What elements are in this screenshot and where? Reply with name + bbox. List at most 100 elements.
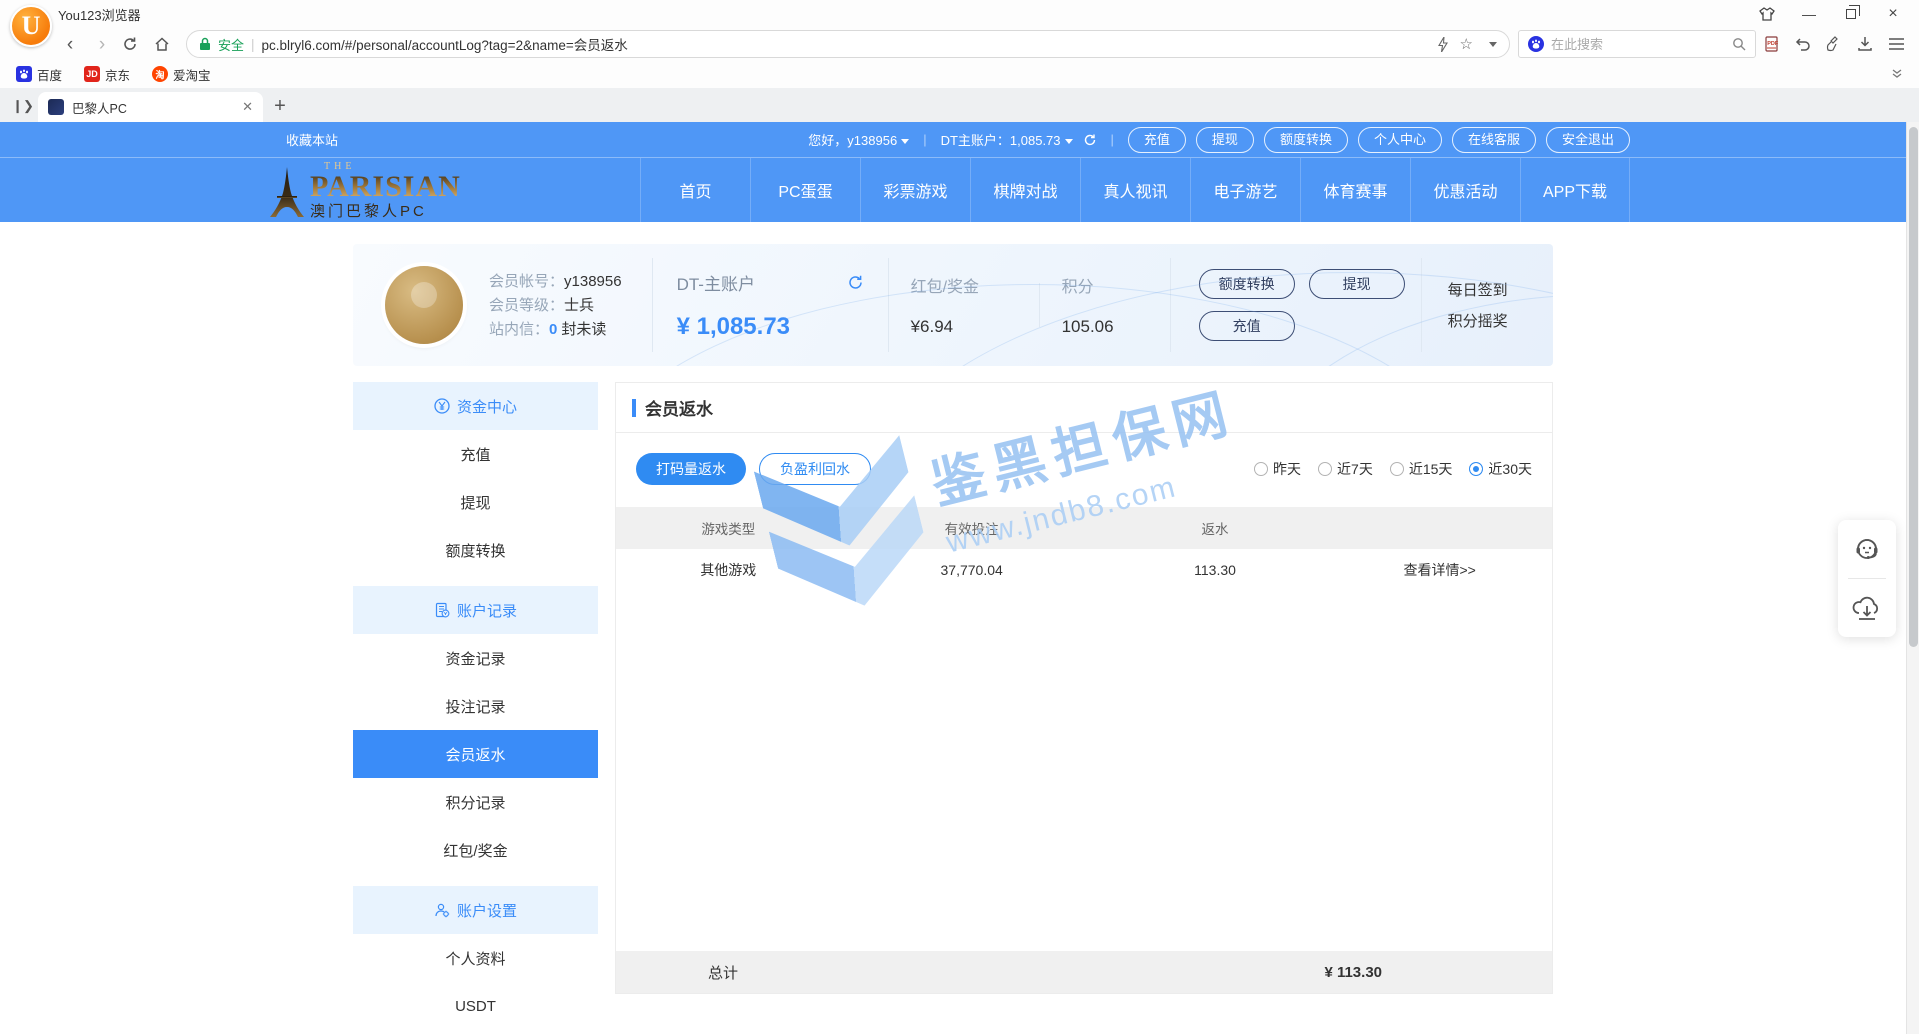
- greeting-dropdown[interactable]: 您好，y138956: [808, 130, 909, 149]
- topbar-customer-service-button[interactable]: 在线客服: [1452, 127, 1536, 153]
- address-dropdown-icon[interactable]: [1489, 42, 1497, 47]
- tab-favicon: [48, 99, 64, 115]
- sidebar-item-redpacket-bonus[interactable]: 红包/奖金: [353, 826, 598, 874]
- forward-icon[interactable]: ›: [90, 35, 114, 54]
- points-lottery-link[interactable]: 积分摇奖: [1448, 310, 1508, 331]
- site-main-nav: THE PARISIAN 澳门巴黎人PC 首页 PC蛋蛋 彩票游戏 棋牌对战 真…: [0, 158, 1919, 222]
- search-input[interactable]: [1551, 37, 1725, 52]
- cleaner-icon[interactable]: [1826, 36, 1842, 52]
- nav-item-chess[interactable]: 棋牌对战: [970, 158, 1080, 222]
- bookmark-baidu[interactable]: 百度: [16, 65, 62, 84]
- sidebar-item-bet-records[interactable]: 投注记录: [353, 682, 598, 730]
- sidebar-item-deposit[interactable]: 充值: [353, 430, 598, 478]
- favorite-site-link[interactable]: 收藏本站: [286, 130, 338, 149]
- active-tab[interactable]: 巴黎人PC ✕: [38, 92, 263, 122]
- logo-line-chinese: 澳门巴黎人PC: [310, 204, 461, 219]
- nav-item-home[interactable]: 首页: [640, 158, 750, 222]
- filter-yesterday[interactable]: 昨天: [1254, 459, 1301, 479]
- restore-icon[interactable]: [1843, 6, 1859, 22]
- sidebar-item-member-rebate[interactable]: 会员返水: [353, 730, 598, 778]
- search-box[interactable]: [1518, 30, 1756, 58]
- topbar-deposit-button[interactable]: 充值: [1128, 127, 1186, 153]
- baidu-paw-icon: [16, 66, 32, 82]
- topbar-personal-center-button[interactable]: 个人中心: [1358, 127, 1442, 153]
- tab-close-icon[interactable]: ✕: [242, 99, 253, 115]
- main-account-dropdown[interactable]: DT主账户：1,085.73: [941, 130, 1073, 149]
- nav-item-pcdd[interactable]: PC蛋蛋: [750, 158, 860, 222]
- new-tab-button[interactable]: +: [263, 92, 297, 120]
- scrollbar-thumb[interactable]: [1909, 127, 1918, 647]
- bookmark-jd[interactable]: JD 京东: [84, 65, 130, 84]
- sidebar-item-profile[interactable]: 个人资料: [353, 934, 598, 982]
- reload-icon[interactable]: [122, 36, 146, 52]
- total-label: 总计: [708, 962, 738, 983]
- nav-item-app-download[interactable]: APP下载: [1520, 158, 1630, 222]
- address-bar[interactable]: 安全 | pc.blryl6.com/#/personal/accountLog…: [186, 30, 1510, 58]
- flash-icon[interactable]: [1438, 37, 1448, 52]
- sidebar-item-usdt[interactable]: USDT: [353, 982, 598, 1030]
- topbar-transfer-button[interactable]: 额度转换: [1264, 127, 1348, 153]
- filter-7days[interactable]: 近7天: [1318, 459, 1373, 479]
- filter-15days[interactable]: 近15天: [1390, 459, 1453, 479]
- sidebar-item-withdraw[interactable]: 提现: [353, 478, 598, 526]
- bookmarks-collapse-icon[interactable]: [1891, 69, 1903, 79]
- sidebar-section-funds[interactable]: 资金中心: [353, 382, 598, 430]
- undo-icon[interactable]: [1795, 36, 1811, 52]
- skin-icon[interactable]: [1759, 6, 1775, 22]
- page-body: 会员帐号：y138956 会员等级：士兵 站内信：0封未读 DT-主账户 ¥ 1…: [0, 244, 1906, 1030]
- topbar-logout-button[interactable]: 安全退出: [1546, 127, 1630, 153]
- search-icon[interactable]: [1732, 37, 1746, 51]
- nav-item-lottery[interactable]: 彩票游戏: [860, 158, 970, 222]
- cloud-download-icon[interactable]: [1838, 579, 1896, 637]
- view-details-link[interactable]: 查看详情>>: [1327, 560, 1552, 580]
- main-title-bar: 会员返水: [616, 383, 1552, 433]
- tab-strip: ❙❯ 巴黎人PC ✕ +: [0, 88, 1919, 122]
- refresh-icon[interactable]: [1083, 133, 1097, 147]
- account-label: 会员帐号：: [489, 274, 564, 289]
- tab-panel-toggle-icon[interactable]: ❙❯: [8, 92, 38, 120]
- panel-deposit-button[interactable]: 充值: [1199, 311, 1295, 341]
- sidebar-section-records[interactable]: 账户记录: [353, 586, 598, 634]
- wallet-refresh-icon[interactable]: [847, 274, 864, 291]
- daily-signin-link[interactable]: 每日签到: [1448, 279, 1508, 300]
- cell-valid-bets: 37,770.04: [841, 562, 1103, 578]
- user-settings-icon: [434, 902, 450, 918]
- tab-title: 巴黎人PC: [72, 98, 234, 117]
- window-controls: — ×: [1759, 6, 1919, 22]
- nav-item-egames[interactable]: 电子游艺: [1190, 158, 1300, 222]
- ledger-icon: [434, 602, 450, 618]
- customer-service-icon[interactable]: [1838, 520, 1896, 578]
- mail-count[interactable]: 0: [549, 322, 557, 337]
- filter-30days[interactable]: 近30天: [1469, 459, 1532, 479]
- level-value: 士兵: [564, 298, 594, 313]
- window-title: You123浏览器: [58, 5, 141, 24]
- topbar-withdraw-button[interactable]: 提现: [1196, 127, 1254, 153]
- tab-bet-volume-rebate[interactable]: 打码量返水: [636, 453, 746, 485]
- nav-items: 首页 PC蛋蛋 彩票游戏 棋牌对战 真人视讯 电子游艺 体育赛事 优惠活动 AP…: [640, 158, 1630, 222]
- download-icon[interactable]: [1857, 36, 1873, 52]
- home-icon[interactable]: [154, 36, 178, 52]
- nav-item-promos[interactable]: 优惠活动: [1410, 158, 1520, 222]
- panel-transfer-button[interactable]: 额度转换: [1199, 269, 1295, 299]
- minimize-icon[interactable]: —: [1801, 6, 1817, 22]
- page-scrollbar[interactable]: [1906, 122, 1919, 1034]
- site-logo[interactable]: THE PARISIAN 澳门巴黎人PC: [270, 162, 461, 219]
- sidebar-item-transfer[interactable]: 额度转换: [353, 526, 598, 574]
- mail-label: 站内信：: [489, 322, 549, 337]
- nav-item-sports[interactable]: 体育赛事: [1300, 158, 1410, 222]
- sidebar-item-points-records[interactable]: 积分记录: [353, 778, 598, 826]
- bookmark-star-icon[interactable]: ☆: [1460, 35, 1473, 53]
- browser-logo-letter: U: [22, 11, 41, 41]
- sidebar-item-fund-records[interactable]: 资金记录: [353, 634, 598, 682]
- bookmark-taobao[interactable]: 淘 爱淘宝: [152, 65, 211, 84]
- pdf-tool-icon[interactable]: PDF: [1764, 36, 1780, 52]
- tab-negative-profit-rebate[interactable]: 负盈利回水: [759, 453, 871, 485]
- close-icon[interactable]: ×: [1885, 6, 1901, 22]
- back-icon[interactable]: ‹: [58, 35, 82, 54]
- sidebar-section-settings[interactable]: 账户设置: [353, 886, 598, 934]
- sidebar: 资金中心 充值 提现 额度转换 账户记录 资金记录 投注记录 会员返水 积分记录…: [353, 382, 598, 1030]
- menu-icon[interactable]: [1888, 37, 1905, 51]
- nav-item-live[interactable]: 真人视讯: [1080, 158, 1190, 222]
- panel-withdraw-button[interactable]: 提现: [1309, 269, 1405, 299]
- site-viewport: 收藏本站 您好，y138956 | DT主账户：1,085.73 | 充值 提现…: [0, 122, 1919, 1034]
